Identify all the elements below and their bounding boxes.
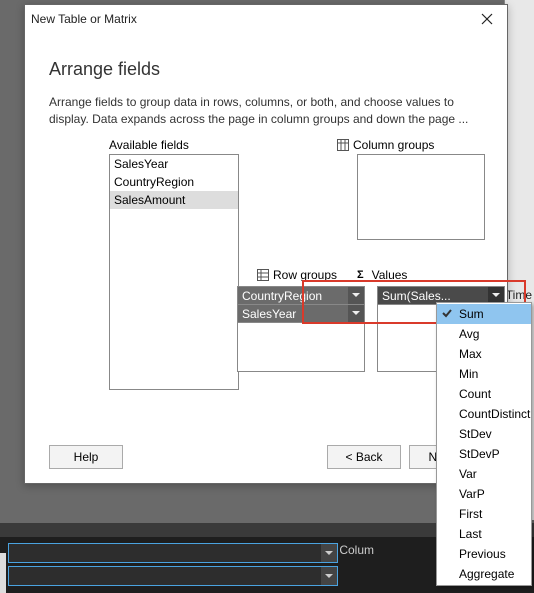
page-description: Arrange fields to group data in rows, co…	[49, 94, 483, 128]
available-field-item[interactable]: SalesYear	[110, 155, 238, 173]
close-button[interactable]	[473, 7, 501, 31]
bg-row[interactable]	[8, 566, 338, 586]
bg-row[interactable]	[8, 543, 338, 563]
help-button[interactable]: Help	[49, 445, 123, 469]
aggregate-menu-item[interactable]: Avg	[437, 324, 531, 344]
aggregate-menu-item[interactable]: StDevP	[437, 444, 531, 464]
table-icon	[337, 139, 349, 151]
spacer	[131, 445, 319, 469]
aggregate-menu-item[interactable]: Min	[437, 364, 531, 384]
dialog-content: Arrange fields Arrange fields to group d…	[25, 33, 507, 428]
chevron-down-icon[interactable]	[321, 567, 337, 585]
aggregate-menu-item[interactable]: Aggregate	[437, 564, 531, 584]
aggregate-menu-item[interactable]: Sum	[437, 304, 531, 324]
bg-side-tab	[0, 553, 6, 593]
row-groups-text: Row groups	[273, 268, 337, 282]
aggregate-menu-item[interactable]: CountDistinct	[437, 404, 531, 424]
available-field-item[interactable]: CountryRegion	[110, 173, 238, 191]
chevron-down-icon[interactable]	[321, 544, 337, 562]
aggregate-menu-item[interactable]: VarP	[437, 484, 531, 504]
check-icon	[441, 307, 453, 322]
column-groups-box[interactable]	[357, 154, 485, 240]
page-heading: Arrange fields	[49, 59, 483, 80]
aggregate-menu-item[interactable]: First	[437, 504, 531, 524]
chevron-down-icon[interactable]	[348, 305, 364, 322]
field-layout: Available fields SalesYearCountryRegionS…	[49, 138, 483, 428]
aggregate-menu-item[interactable]: Last	[437, 524, 531, 544]
row-groups-box[interactable]: CountryRegionSalesYear	[237, 286, 365, 372]
row-group-field[interactable]: CountryRegion	[238, 287, 364, 305]
available-fields-list[interactable]: SalesYearCountryRegionSalesAmount	[109, 154, 239, 390]
available-fields-label: Available fields	[109, 138, 189, 152]
dialog-title: New Table or Matrix	[31, 12, 473, 26]
column-groups-text: Column groups	[353, 138, 434, 152]
chevron-down-icon[interactable]	[348, 287, 364, 304]
table-icon	[257, 269, 269, 281]
aggregate-menu-item[interactable]: Count	[437, 384, 531, 404]
aggregate-menu-item[interactable]: Var	[437, 464, 531, 484]
values-label: Values	[357, 268, 407, 282]
values-text: Values	[372, 268, 408, 282]
aggregate-menu-item[interactable]: Max	[437, 344, 531, 364]
aggregate-menu-item[interactable]: StDev	[437, 424, 531, 444]
aggregate-menu[interactable]: SumAvgMaxMinCountCountDistinctStDevStDev…	[436, 302, 532, 586]
back-button[interactable]: < Back	[327, 445, 401, 469]
bg-column-text: Colum	[339, 543, 374, 557]
row-groups-label: Row groups	[257, 268, 337, 282]
bg-rows	[8, 540, 338, 586]
column-groups-label: Column groups	[337, 138, 434, 152]
available-field-item[interactable]: SalesAmount	[110, 191, 238, 209]
titlebar: New Table or Matrix	[25, 5, 507, 33]
row-group-field[interactable]: SalesYear	[238, 305, 364, 323]
close-icon	[481, 13, 493, 25]
button-row: Help < Back Next >	[49, 445, 483, 469]
aggregate-menu-item[interactable]: Previous	[437, 544, 531, 564]
